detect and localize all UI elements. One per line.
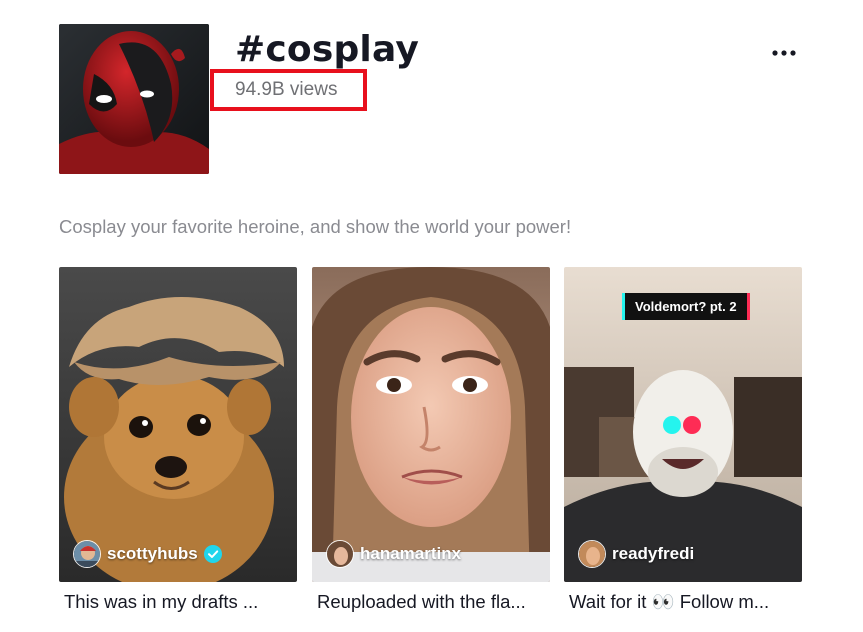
video-card-1[interactable]: scottyhubs xyxy=(59,267,297,582)
video-thumbnail-dog xyxy=(59,267,297,582)
video-thumbnail-face xyxy=(312,267,550,582)
deadpool-avatar-image xyxy=(59,24,209,174)
page-title: #cosplay xyxy=(235,29,420,70)
more-horizontal-icon xyxy=(772,50,796,56)
video-author[interactable]: readyfredi xyxy=(578,540,694,568)
username: hanamartinx xyxy=(360,544,462,563)
video-sticker: Voldemort? pt. 2 xyxy=(622,293,750,320)
username: scottyhubs xyxy=(107,544,198,563)
video-card-2[interactable]: hanamartinx xyxy=(312,267,550,582)
hashtag-avatar xyxy=(59,24,209,174)
username: readyfredi xyxy=(612,544,695,563)
video-caption-2[interactable]: Reuploaded with the fla... xyxy=(317,591,555,613)
verified-badge-icon xyxy=(203,545,222,563)
user-avatar xyxy=(73,540,101,568)
views-count: 94.9B views xyxy=(235,79,338,100)
hashtag-description: Cosplay your favorite heroine, and show … xyxy=(59,216,572,237)
more-options-button[interactable] xyxy=(766,40,802,66)
user-avatar xyxy=(578,540,606,568)
video-author[interactable]: scottyhubs xyxy=(73,540,222,568)
video-author[interactable]: hanamartinx xyxy=(326,540,461,568)
video-caption-1[interactable]: This was in my drafts ... xyxy=(64,591,302,613)
video-caption-3[interactable]: Wait for it 👀 Follow m... xyxy=(569,591,807,613)
views-highlight-box: 94.9B views xyxy=(210,69,367,111)
video-card-3[interactable]: Voldemort? pt. 2 readyfredi xyxy=(564,267,802,582)
user-avatar xyxy=(326,540,354,568)
